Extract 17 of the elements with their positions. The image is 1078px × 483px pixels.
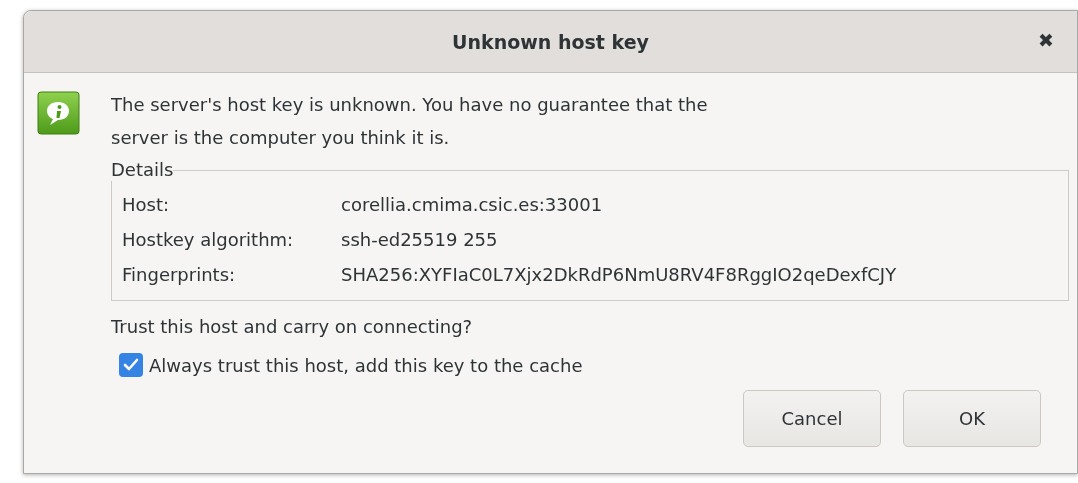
field-label: Host: [122,193,171,217]
field-value: ssh-ed25519 255 [341,228,498,252]
window-title: Unknown host key [452,30,649,53]
info-icon [37,91,80,135]
field-value: corellia.cmima.csic.es:33001 [341,193,603,217]
message-text: The server's host key is unknown. You have no guarantee that the server is the computer you think it is. [111,93,709,150]
field-value: SHA256:XYFIaC0L7Xjx2DkRdP6NmU8RV4F8RggIO2qeDexfCJY [341,263,897,287]
cancel-button[interactable]: Cancel [743,390,881,447]
checkbox[interactable] [119,353,143,377]
field-label: Hostkey algorithm: [122,228,295,252]
close-button[interactable]: ✖ [1038,29,1054,51]
question-text: Trust this host and carry on connecting? [111,315,474,339]
field-label: Fingerprints: [122,263,237,287]
check-icon [123,358,139,372]
always-trust-checkbox[interactable]: Always trust this host, add this key to the cache [119,353,583,377]
ok-button[interactable]: OK [903,390,1041,447]
details-legend: Details [111,159,174,181]
